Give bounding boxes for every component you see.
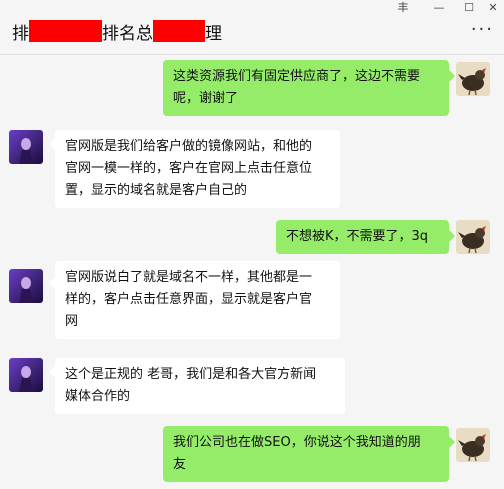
maximize-button[interactable]: ☐ xyxy=(458,0,480,16)
message-bubble-outgoing[interactable]: 我们公司也在做SEO，你说这个我知道的朋 友 xyxy=(163,426,449,482)
minimize-button[interactable]: — xyxy=(428,0,450,16)
message-bubble-incoming[interactable]: 官网版是我们给客户做的镜像网站，和他的 官网一模一样的，客户在官网上点击任意位 … xyxy=(55,130,340,208)
message-bubble-incoming[interactable]: 官网版说白了就是域名不一样，其他都是一 样的，客户点击任意界面，显示就是客户官 … xyxy=(55,261,340,339)
redacted-block xyxy=(29,20,102,42)
close-button[interactable]: ✕ xyxy=(482,0,504,16)
message-bubble-incoming[interactable]: 这个是正规的 老哥，我们是和各大官方新闻 媒体合作的 xyxy=(55,358,345,414)
contact-avatar[interactable] xyxy=(9,358,43,392)
title-suffix: 理 xyxy=(205,23,222,44)
title-prefix: 排 xyxy=(12,23,29,44)
bubble-tail xyxy=(449,70,455,82)
chat-title: 排 排名总 理 xyxy=(12,18,222,44)
bubble-tail xyxy=(449,436,455,448)
message-bubble-outgoing[interactable]: 这类资源我们有固定供应商了，这边不需要 呢，谢谢了 xyxy=(163,60,449,116)
my-avatar[interactable] xyxy=(456,220,490,254)
title-bar: 排 排名总 理 丰 — ☐ ✕ ··· xyxy=(0,0,504,55)
bubble-tail xyxy=(449,230,455,242)
title-middle: 排名总 xyxy=(102,23,153,44)
message-list: 这类资源我们有固定供应商了，这边不需要 呢，谢谢了 官网版是我们给客户做的镜像网… xyxy=(0,55,504,489)
message-bubble-outgoing[interactable]: 不想被K，不需要了，3q xyxy=(276,220,449,254)
contact-avatar[interactable] xyxy=(9,130,43,164)
contact-avatar[interactable] xyxy=(9,269,43,303)
more-options-button[interactable]: ··· xyxy=(471,21,494,39)
pin-button[interactable]: 丰 xyxy=(392,0,414,16)
my-avatar[interactable] xyxy=(456,62,490,96)
my-avatar[interactable] xyxy=(456,428,490,462)
redacted-block xyxy=(153,20,205,42)
